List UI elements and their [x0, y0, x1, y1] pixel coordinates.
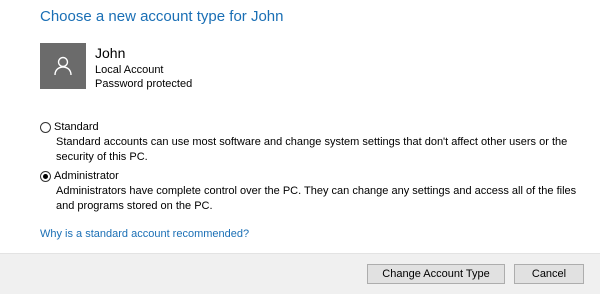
standard-option[interactable]: Standard Standard accounts can use most …: [40, 120, 586, 165]
administrator-label: Administrator: [54, 170, 119, 182]
administrator-radio[interactable]: [40, 170, 51, 182]
cancel-button[interactable]: Cancel: [514, 264, 584, 284]
footer-bar: Change Account Type Cancel: [0, 253, 600, 294]
password-status-label: Password protected: [95, 78, 193, 90]
administrator-description: Administrators have complete control ove…: [56, 185, 577, 212]
standard-description: Standard accounts can use most software …: [56, 136, 568, 163]
avatar: [40, 43, 86, 89]
standard-label: Standard: [54, 121, 99, 133]
page-title: Choose a new account type for John: [40, 8, 284, 25]
user-name: John: [95, 45, 126, 61]
standard-radio[interactable]: [40, 121, 51, 133]
standard-account-help-link[interactable]: Why is a standard account recommended?: [40, 228, 249, 240]
change-account-type-button[interactable]: Change Account Type: [367, 264, 505, 284]
administrator-option[interactable]: Administrator Administrators have comple…: [40, 169, 586, 214]
user-info: John Local Account Password protected: [95, 45, 192, 91]
user-icon: [54, 56, 72, 76]
account-type-label: Local Account: [95, 64, 164, 76]
